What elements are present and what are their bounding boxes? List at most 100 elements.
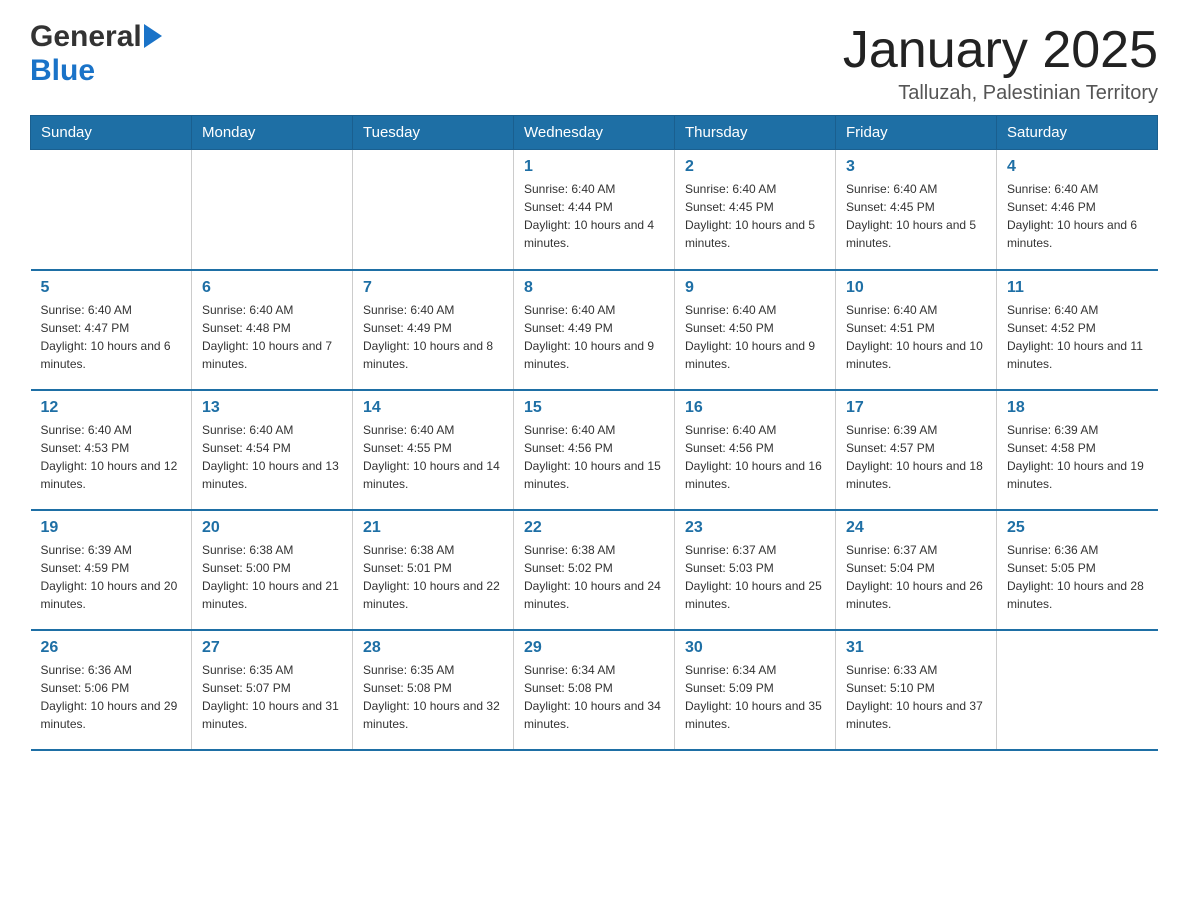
day-info: Sunrise: 6:40 AM Sunset: 4:52 PM Dayligh… bbox=[1007, 301, 1148, 373]
header-row: SundayMondayTuesdayWednesdayThursdayFrid… bbox=[31, 116, 1158, 150]
day-number: 22 bbox=[524, 519, 664, 537]
day-info: Sunrise: 6:36 AM Sunset: 5:05 PM Dayligh… bbox=[1007, 541, 1148, 613]
day-info: Sunrise: 6:34 AM Sunset: 5:08 PM Dayligh… bbox=[524, 661, 664, 733]
day-number: 8 bbox=[524, 279, 664, 297]
day-cell: 23 Sunrise: 6:37 AM Sunset: 5:03 PM Dayli… bbox=[675, 510, 836, 630]
day-info: Sunrise: 6:40 AM Sunset: 4:50 PM Dayligh… bbox=[685, 301, 825, 373]
day-number: 15 bbox=[524, 399, 664, 417]
week-row-3: 12 Sunrise: 6:40 AM Sunset: 4:53 PM Dayli… bbox=[31, 390, 1158, 510]
month-title: January 2025 bbox=[843, 20, 1158, 80]
day-number: 9 bbox=[685, 279, 825, 297]
week-row-1: 1Sunrise: 6:40 AM Sunset: 4:44 PM Daylig… bbox=[31, 150, 1158, 270]
header-day-monday: Monday bbox=[192, 116, 353, 150]
day-cell: 9 Sunrise: 6:40 AM Sunset: 4:50 PM Daylig… bbox=[675, 270, 836, 390]
day-cell: 17 Sunrise: 6:39 AM Sunset: 4:57 PM Dayli… bbox=[836, 390, 997, 510]
day-number: 23 bbox=[685, 519, 825, 537]
day-number: 20 bbox=[202, 519, 342, 537]
day-cell: 25Sunrise: 6:36 AM Sunset: 5:05 PM Dayli… bbox=[997, 510, 1158, 630]
location-label: Talluzah, Palestinian Territory bbox=[843, 82, 1158, 105]
day-info: Sunrise: 6:38 AM Sunset: 5:00 PM Dayligh… bbox=[202, 541, 342, 613]
day-info: Sunrise: 6:33 AM Sunset: 5:10 PM Dayligh… bbox=[846, 661, 986, 733]
week-row-5: 26Sunrise: 6:36 AM Sunset: 5:06 PM Dayli… bbox=[31, 630, 1158, 750]
day-number: 11 bbox=[1007, 279, 1148, 297]
day-info: Sunrise: 6:35 AM Sunset: 5:08 PM Dayligh… bbox=[363, 661, 503, 733]
day-cell: 19Sunrise: 6:39 AM Sunset: 4:59 PM Dayli… bbox=[31, 510, 192, 630]
day-cell: 6Sunrise: 6:40 AM Sunset: 4:48 PM Daylig… bbox=[192, 270, 353, 390]
day-cell: 4Sunrise: 6:40 AM Sunset: 4:46 PM Daylig… bbox=[997, 150, 1158, 270]
day-cell bbox=[353, 150, 514, 270]
page-header: General Blue January 2025 Talluzah, Pale… bbox=[30, 20, 1158, 105]
day-info: Sunrise: 6:40 AM Sunset: 4:48 PM Dayligh… bbox=[202, 301, 342, 373]
day-info: Sunrise: 6:40 AM Sunset: 4:56 PM Dayligh… bbox=[524, 421, 664, 493]
day-info: Sunrise: 6:35 AM Sunset: 5:07 PM Dayligh… bbox=[202, 661, 342, 733]
day-cell: 5 Sunrise: 6:40 AM Sunset: 4:47 PM Daylig… bbox=[31, 270, 192, 390]
day-info: Sunrise: 6:36 AM Sunset: 5:06 PM Dayligh… bbox=[41, 661, 182, 733]
day-info: Sunrise: 6:38 AM Sunset: 5:02 PM Dayligh… bbox=[524, 541, 664, 613]
day-number: 19 bbox=[41, 519, 182, 537]
day-cell: 2 Sunrise: 6:40 AM Sunset: 4:45 PM Daylig… bbox=[675, 150, 836, 270]
day-cell: 8 Sunrise: 6:40 AM Sunset: 4:49 PM Daylig… bbox=[514, 270, 675, 390]
day-info: Sunrise: 6:40 AM Sunset: 4:45 PM Dayligh… bbox=[685, 180, 825, 252]
day-cell: 18Sunrise: 6:39 AM Sunset: 4:58 PM Dayli… bbox=[997, 390, 1158, 510]
day-cell: 30Sunrise: 6:34 AM Sunset: 5:09 PM Dayli… bbox=[675, 630, 836, 750]
logo-general-text: General bbox=[30, 20, 142, 54]
day-number: 29 bbox=[524, 639, 664, 657]
title-section: January 2025 Talluzah, Palestinian Terri… bbox=[843, 20, 1158, 105]
logo-triangle-icon bbox=[144, 24, 162, 50]
day-number: 3 bbox=[846, 158, 986, 176]
day-cell: 22 Sunrise: 6:38 AM Sunset: 5:02 PM Dayli… bbox=[514, 510, 675, 630]
day-info: Sunrise: 6:40 AM Sunset: 4:54 PM Dayligh… bbox=[202, 421, 342, 493]
day-number: 7 bbox=[363, 279, 503, 297]
day-number: 5 bbox=[41, 279, 182, 297]
day-info: Sunrise: 6:40 AM Sunset: 4:53 PM Dayligh… bbox=[41, 421, 182, 493]
day-cell: 11 Sunrise: 6:40 AM Sunset: 4:52 PM Dayli… bbox=[997, 270, 1158, 390]
day-cell: 14 Sunrise: 6:40 AM Sunset: 4:55 PM Dayli… bbox=[353, 390, 514, 510]
day-number: 10 bbox=[846, 279, 986, 297]
header-day-sunday: Sunday bbox=[31, 116, 192, 150]
header-day-friday: Friday bbox=[836, 116, 997, 150]
day-number: 31 bbox=[846, 639, 986, 657]
day-cell: 16Sunrise: 6:40 AM Sunset: 4:56 PM Dayli… bbox=[675, 390, 836, 510]
header-day-thursday: Thursday bbox=[675, 116, 836, 150]
day-cell: 31 Sunrise: 6:33 AM Sunset: 5:10 PM Dayli… bbox=[836, 630, 997, 750]
day-info: Sunrise: 6:40 AM Sunset: 4:45 PM Dayligh… bbox=[846, 180, 986, 252]
day-info: Sunrise: 6:34 AM Sunset: 5:09 PM Dayligh… bbox=[685, 661, 825, 733]
header-day-wednesday: Wednesday bbox=[514, 116, 675, 150]
day-info: Sunrise: 6:40 AM Sunset: 4:55 PM Dayligh… bbox=[363, 421, 503, 493]
day-cell: 3 Sunrise: 6:40 AM Sunset: 4:45 PM Daylig… bbox=[836, 150, 997, 270]
day-info: Sunrise: 6:40 AM Sunset: 4:49 PM Dayligh… bbox=[363, 301, 503, 373]
day-info: Sunrise: 6:39 AM Sunset: 4:57 PM Dayligh… bbox=[846, 421, 986, 493]
day-cell: 13Sunrise: 6:40 AM Sunset: 4:54 PM Dayli… bbox=[192, 390, 353, 510]
day-number: 27 bbox=[202, 639, 342, 657]
calendar-header: SundayMondayTuesdayWednesdayThursdayFrid… bbox=[31, 116, 1158, 150]
calendar-body: 1Sunrise: 6:40 AM Sunset: 4:44 PM Daylig… bbox=[31, 150, 1158, 750]
calendar-table: SundayMondayTuesdayWednesdayThursdayFrid… bbox=[30, 115, 1158, 751]
day-cell: 28Sunrise: 6:35 AM Sunset: 5:08 PM Dayli… bbox=[353, 630, 514, 750]
day-info: Sunrise: 6:40 AM Sunset: 4:51 PM Dayligh… bbox=[846, 301, 986, 373]
day-number: 21 bbox=[363, 519, 503, 537]
day-cell: 12 Sunrise: 6:40 AM Sunset: 4:53 PM Dayli… bbox=[31, 390, 192, 510]
day-info: Sunrise: 6:40 AM Sunset: 4:46 PM Dayligh… bbox=[1007, 180, 1148, 252]
day-info: Sunrise: 6:40 AM Sunset: 4:49 PM Dayligh… bbox=[524, 301, 664, 373]
day-info: Sunrise: 6:40 AM Sunset: 4:47 PM Dayligh… bbox=[41, 301, 182, 373]
day-cell: 26Sunrise: 6:36 AM Sunset: 5:06 PM Dayli… bbox=[31, 630, 192, 750]
day-cell: 1Sunrise: 6:40 AM Sunset: 4:44 PM Daylig… bbox=[514, 150, 675, 270]
day-number: 18 bbox=[1007, 399, 1148, 417]
day-info: Sunrise: 6:37 AM Sunset: 5:03 PM Dayligh… bbox=[685, 541, 825, 613]
day-cell bbox=[997, 630, 1158, 750]
day-cell: 20 Sunrise: 6:38 AM Sunset: 5:00 PM Dayli… bbox=[192, 510, 353, 630]
day-cell: 15 Sunrise: 6:40 AM Sunset: 4:56 PM Dayli… bbox=[514, 390, 675, 510]
day-number: 17 bbox=[846, 399, 986, 417]
week-row-2: 5 Sunrise: 6:40 AM Sunset: 4:47 PM Daylig… bbox=[31, 270, 1158, 390]
day-number: 14 bbox=[363, 399, 503, 417]
day-cell bbox=[192, 150, 353, 270]
day-number: 2 bbox=[685, 158, 825, 176]
day-number: 12 bbox=[41, 399, 182, 417]
day-cell: 21Sunrise: 6:38 AM Sunset: 5:01 PM Dayli… bbox=[353, 510, 514, 630]
week-row-4: 19Sunrise: 6:39 AM Sunset: 4:59 PM Dayli… bbox=[31, 510, 1158, 630]
day-info: Sunrise: 6:40 AM Sunset: 4:56 PM Dayligh… bbox=[685, 421, 825, 493]
logo: General Blue bbox=[30, 20, 162, 88]
day-cell: 29 Sunrise: 6:34 AM Sunset: 5:08 PM Dayli… bbox=[514, 630, 675, 750]
day-number: 1 bbox=[524, 158, 664, 176]
header-day-saturday: Saturday bbox=[997, 116, 1158, 150]
